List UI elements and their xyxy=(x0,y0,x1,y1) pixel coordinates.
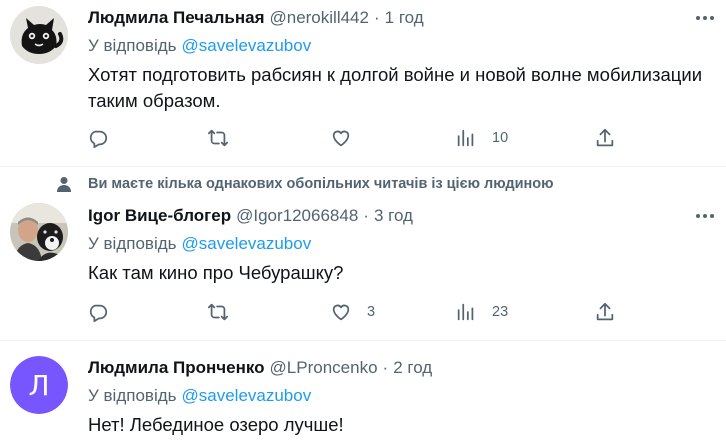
separator: · xyxy=(373,8,380,27)
dot-icon xyxy=(703,16,707,20)
share-button[interactable] xyxy=(594,126,616,150)
separator: · xyxy=(363,206,369,225)
avatar[interactable] xyxy=(10,6,68,64)
black-cat-avatar-icon xyxy=(10,6,68,64)
views-chart-icon xyxy=(457,129,474,147)
social-context: Ви маєте кілька однакових обопільних чит… xyxy=(56,176,554,192)
avatar[interactable] xyxy=(10,203,68,261)
dot-icon xyxy=(703,214,707,218)
like-button[interactable] xyxy=(330,126,352,150)
views-count: 23 xyxy=(492,304,509,320)
views-button[interactable]: 10 xyxy=(455,126,508,150)
author-line: Людмила Печальная @nerokill442 · 1 год xyxy=(88,7,424,29)
share-button[interactable] xyxy=(594,300,616,324)
heart-icon xyxy=(332,304,350,321)
replying-to: У відповідь @savelevazubov xyxy=(88,386,311,406)
tweet-text: Хотят подготовить рабсиян к долгой войне… xyxy=(88,64,703,111)
user-handle[interactable]: @nerokill442 xyxy=(269,8,368,28)
author-line: Людмила Пронченко @LProncenko · 2 год xyxy=(88,357,432,379)
mention-link[interactable]: @savelevazubov xyxy=(182,234,312,253)
more-options-button[interactable] xyxy=(690,7,720,29)
likes-count: 3 xyxy=(367,304,376,320)
social-context-text: Ви маєте кілька однакових обопільних чит… xyxy=(88,176,554,192)
reply-button[interactable] xyxy=(87,300,109,324)
avatar[interactable]: Л xyxy=(10,356,68,414)
retweet-icon xyxy=(207,303,229,321)
reply-prefix: У відповідь xyxy=(88,234,177,253)
person-icon xyxy=(57,177,71,192)
user-handle[interactable]: @Igor12066848 xyxy=(236,206,358,226)
avatar-letter: Л xyxy=(10,356,68,414)
author-line: Igor Вице-блогер @Igor12066848 · 3 год xyxy=(88,205,413,227)
reply-prefix: У відповідь xyxy=(88,36,177,55)
retweet-button[interactable] xyxy=(207,300,229,324)
share-icon xyxy=(596,128,614,147)
replying-to: У відповідь @savelevazubov xyxy=(88,234,311,254)
display-name[interactable]: Людмила Печальная xyxy=(88,8,264,28)
display-name[interactable]: Igor Вице-блогер xyxy=(88,206,231,226)
views-button[interactable]: 23 xyxy=(455,300,508,324)
heart-icon xyxy=(332,130,350,147)
divider xyxy=(0,166,726,167)
replying-to: У відповідь @savelevazubov xyxy=(88,36,311,56)
more-options-button[interactable] xyxy=(690,205,720,227)
reply-prefix: У відповідь xyxy=(88,386,177,405)
share-icon xyxy=(596,302,614,321)
divider xyxy=(0,340,726,341)
man-with-dog-avatar-icon xyxy=(10,203,68,261)
tweet-text: Нет! Лебединое озеро лучше! xyxy=(88,414,344,435)
separator: · xyxy=(382,358,389,377)
mention-link[interactable]: @savelevazubov xyxy=(182,36,312,55)
reply-button[interactable] xyxy=(87,126,109,150)
user-handle[interactable]: @LProncenko xyxy=(270,358,378,378)
display-name[interactable]: Людмила Пронченко xyxy=(88,358,265,378)
timestamp[interactable]: 3 год xyxy=(374,206,413,226)
reply-icon xyxy=(89,304,108,323)
dot-icon xyxy=(710,16,714,20)
views-chart-icon xyxy=(457,303,474,321)
views-count: 10 xyxy=(492,130,509,146)
dot-icon xyxy=(696,16,700,20)
dot-icon xyxy=(696,214,700,218)
like-button[interactable]: 3 xyxy=(330,300,375,324)
reply-icon xyxy=(89,130,108,149)
tweet-text: Как там кино про Чебурашку? xyxy=(88,262,344,283)
timestamp[interactable]: 2 год xyxy=(393,358,432,378)
timestamp[interactable]: 1 год xyxy=(385,8,424,28)
dot-icon xyxy=(710,214,714,218)
mention-link[interactable]: @savelevazubov xyxy=(182,386,312,405)
retweet-button[interactable] xyxy=(207,126,229,150)
retweet-icon xyxy=(207,129,229,147)
